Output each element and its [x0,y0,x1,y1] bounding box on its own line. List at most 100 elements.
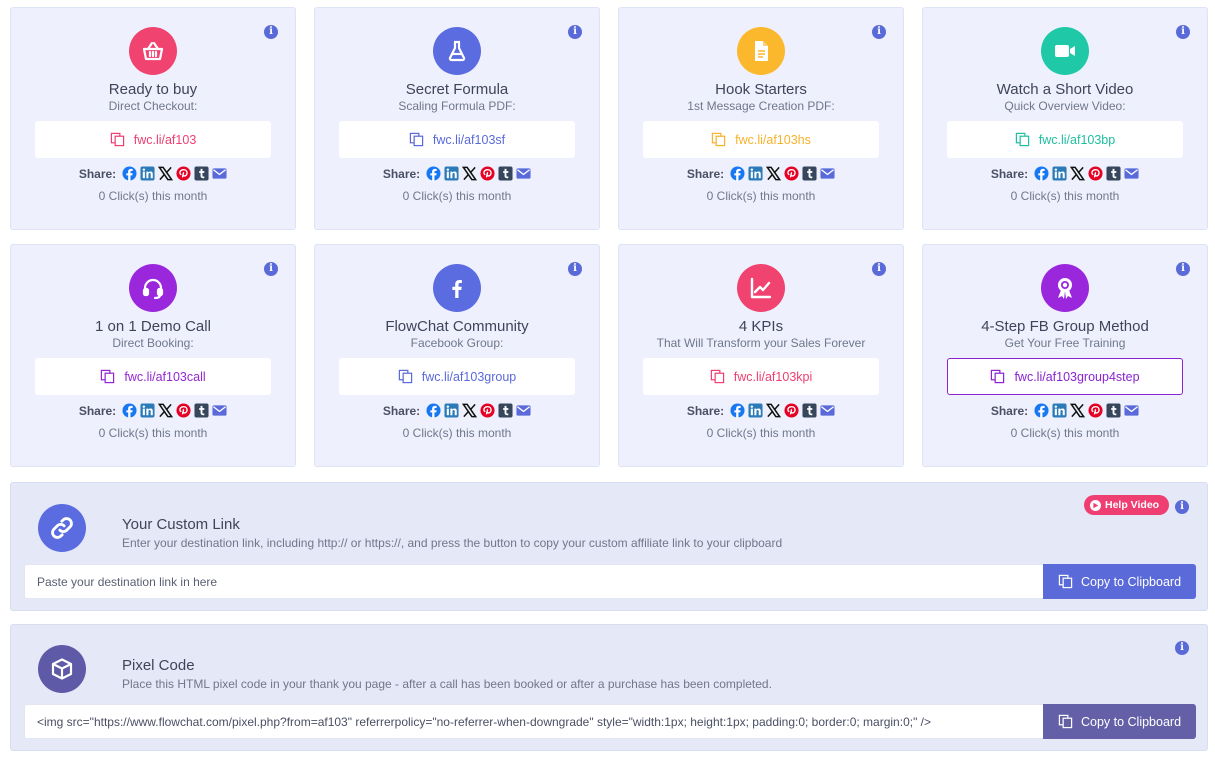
card-icon-circle [1041,27,1089,75]
tumblr-share-icon[interactable] [498,166,513,181]
facebook-share-icon[interactable] [730,166,745,181]
share-label: Share: [990,403,1029,418]
short-link-copy[interactable]: fwc.li/af103group [339,358,575,395]
info-icon[interactable]: i [1176,25,1190,39]
short-link-copy[interactable]: fwc.li/af103kpi [643,358,879,395]
linkedin-share-icon[interactable] [140,403,155,418]
tumblr-share-icon[interactable] [498,403,513,418]
email-share-icon[interactable] [212,166,227,181]
pinterest-share-icon[interactable] [1088,403,1103,418]
linkedin-share-icon[interactable] [140,166,155,181]
card-title: FlowChat Community [385,318,529,335]
email-share-icon[interactable] [820,403,835,418]
card-icon-circle [433,264,481,312]
linkedin-share-icon[interactable] [444,403,459,418]
pinterest-share-icon[interactable] [784,166,799,181]
pixel-code-panel: Pixel Code Place this HTML pixel code in… [10,624,1208,751]
x-share-icon[interactable] [1070,403,1086,418]
info-icon[interactable]: i [568,262,582,276]
pinterest-share-icon[interactable] [176,166,191,181]
facebook-share-icon[interactable] [730,403,745,418]
tumblr-share-icon[interactable] [194,166,209,181]
card-icon-circle [1041,264,1089,312]
share-row: Share: [315,166,599,181]
card-subtitle: Scaling Formula PDF: [398,99,516,113]
x-share-icon[interactable] [766,403,782,418]
short-link-copy[interactable]: fwc.li/af103 [35,121,271,158]
share-row: Share: [619,403,903,418]
tumblr-share-icon[interactable] [194,403,209,418]
facebook-share-icon[interactable] [122,166,137,181]
linkedin-share-icon[interactable] [1052,403,1067,418]
click-count: 0 Click(s) this month [706,426,816,440]
x-share-icon[interactable] [462,166,478,181]
info-icon[interactable]: i [568,25,582,39]
facebook-share-icon[interactable] [1034,166,1049,181]
destination-link-input[interactable]: Paste your destination link in here [24,564,1044,599]
card-subtitle: That Will Transform your Sales Forever [656,336,866,350]
email-share-icon[interactable] [1124,166,1139,181]
copy-icon [398,369,412,384]
info-icon[interactable]: i [1176,262,1190,276]
x-share-icon[interactable] [158,166,174,181]
card-icon-circle [433,27,481,75]
tumblr-share-icon[interactable] [802,403,817,418]
help-video-label: Help Video [1105,499,1160,511]
tumblr-share-icon[interactable] [1106,403,1121,418]
x-share-icon[interactable] [1070,166,1086,181]
linkedin-share-icon[interactable] [748,166,763,181]
email-share-icon[interactable] [1124,403,1139,418]
copy-icon [1058,714,1073,729]
tumblr-share-icon[interactable] [802,166,817,181]
linkedin-share-icon[interactable] [748,403,763,418]
custom-link-copy-button[interactable]: Copy to Clipboard [1043,564,1196,599]
affiliate-link-card: i Secret Formula Scaling Formula PDF: fwc.l… [314,7,600,230]
email-share-icon[interactable] [516,403,531,418]
pinterest-share-icon[interactable] [784,403,799,418]
pinterest-share-icon[interactable] [1088,166,1103,181]
info-icon[interactable]: i [872,262,886,276]
short-link-copy[interactable]: fwc.li/af103bp [947,121,1183,158]
copy-button-label: Copy to Clipboard [1080,574,1182,589]
copy-icon [710,369,724,384]
x-share-icon[interactable] [462,403,478,418]
cube-icon [51,658,73,680]
pixel-code-copy-button[interactable]: Copy to Clipboard [1043,704,1196,739]
info-icon[interactable]: i [1175,500,1189,514]
linkedin-share-icon[interactable] [444,166,459,181]
linkedin-share-icon[interactable] [1052,166,1067,181]
pixel-code-title: Pixel Code [122,657,195,674]
click-count: 0 Click(s) this month [98,426,208,440]
short-link-copy[interactable]: fwc.li/af103hs [643,121,879,158]
email-share-icon[interactable] [820,166,835,181]
facebook-share-icon[interactable] [426,166,441,181]
email-share-icon[interactable] [212,403,227,418]
email-share-icon[interactable] [516,166,531,181]
copy-button-label: Copy to Clipboard [1080,714,1182,729]
short-link-copy[interactable]: fwc.li/af103sf [339,121,575,158]
card-subtitle: Get Your Free Training [1004,336,1126,350]
help-video-button[interactable]: Help Video [1084,495,1170,515]
affiliate-link-card: i Watch a Short Video Quick Overview Video… [922,7,1208,230]
info-icon[interactable]: i [264,25,278,39]
info-icon[interactable]: i [264,262,278,276]
pinterest-share-icon[interactable] [480,166,495,181]
short-link-copy[interactable]: fwc.li/af103group4step [947,358,1183,395]
card-title: Secret Formula [405,81,509,98]
pinterest-share-icon[interactable] [176,403,191,418]
x-share-icon[interactable] [766,166,782,181]
x-share-icon[interactable] [158,403,174,418]
share-row: Share: [923,166,1207,181]
pinterest-share-icon[interactable] [480,403,495,418]
info-icon[interactable]: i [1175,641,1189,655]
facebook-share-icon[interactable] [1034,403,1049,418]
tumblr-share-icon[interactable] [1106,166,1121,181]
share-label: Share: [686,403,725,418]
card-icon-circle [737,27,785,75]
facebook-share-icon[interactable] [426,403,441,418]
short-link-copy[interactable]: fwc.li/af103call [35,358,271,395]
pixel-code-field[interactable]: <img src="https://www.flowchat.com/pixel… [24,704,1044,739]
info-icon[interactable]: i [872,25,886,39]
facebook-share-icon[interactable] [122,403,137,418]
short-link-text: fwc.li/af103hs [735,132,811,147]
